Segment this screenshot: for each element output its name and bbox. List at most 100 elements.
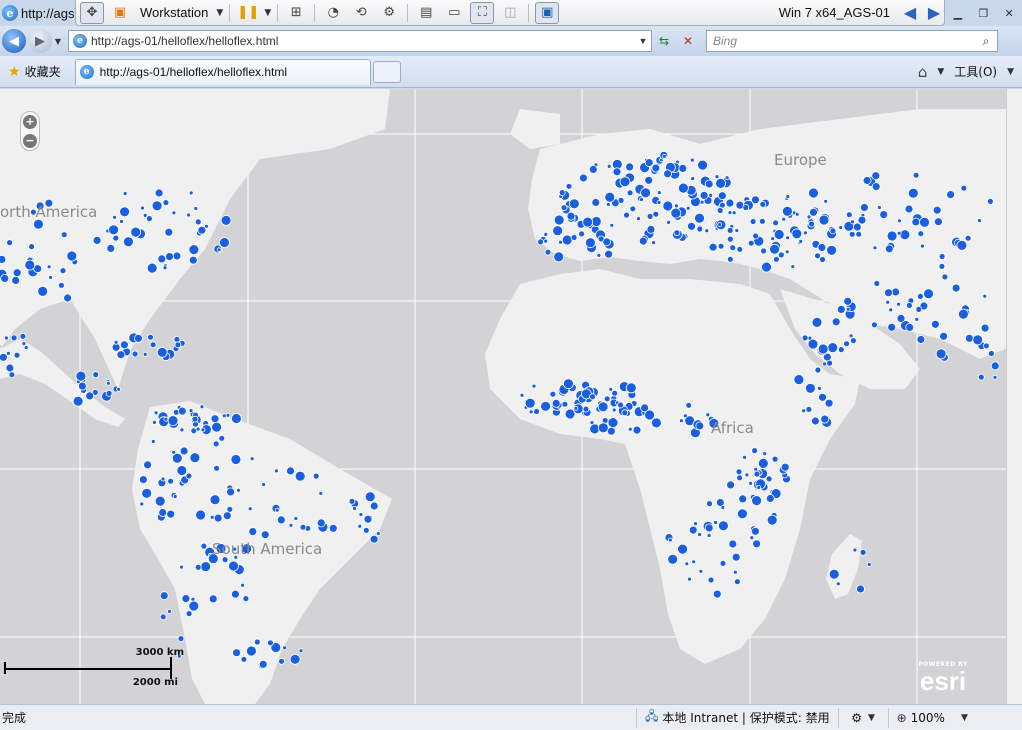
map-point[interactable] xyxy=(11,275,21,285)
map-point[interactable] xyxy=(249,456,255,462)
map-point[interactable] xyxy=(829,227,837,235)
map-point[interactable] xyxy=(582,216,594,228)
map-point[interactable] xyxy=(708,242,718,252)
map-point[interactable] xyxy=(708,193,714,198)
restore-icon[interactable]: ❐ xyxy=(973,5,993,21)
map-point[interactable] xyxy=(712,589,722,599)
map-point[interactable] xyxy=(119,219,124,224)
map-point[interactable] xyxy=(179,446,189,456)
map-point[interactable] xyxy=(632,425,642,435)
address-input[interactable]: e http://ags-01/helloflex/helloflex.html… xyxy=(68,30,652,52)
map-point[interactable] xyxy=(885,299,891,305)
map-point[interactable] xyxy=(163,416,169,422)
map-point[interactable] xyxy=(6,239,14,247)
map-point[interactable] xyxy=(298,648,304,654)
map-point[interactable] xyxy=(143,460,153,470)
map-point[interactable] xyxy=(873,280,881,287)
map-point[interactable] xyxy=(964,234,972,242)
map-point[interactable] xyxy=(806,214,812,220)
map-point[interactable] xyxy=(823,198,829,204)
map-point[interactable] xyxy=(848,230,856,238)
search-icon[interactable]: ⌕ xyxy=(975,34,997,49)
map-point[interactable] xyxy=(188,255,198,265)
map-point[interactable] xyxy=(4,335,9,341)
map-canvas[interactable] xyxy=(0,89,1006,704)
map-point[interactable] xyxy=(724,175,730,181)
map-point[interactable] xyxy=(156,346,168,358)
map-point[interactable] xyxy=(566,211,576,221)
map-point[interactable] xyxy=(923,288,934,300)
map-point[interactable] xyxy=(666,219,671,225)
map-point[interactable] xyxy=(662,200,674,212)
map-point[interactable] xyxy=(729,244,737,252)
map-point[interactable] xyxy=(716,207,724,214)
map-point[interactable] xyxy=(992,374,998,380)
map-point[interactable] xyxy=(717,191,727,201)
map-point[interactable] xyxy=(358,512,364,517)
chevron-down-icon[interactable]: ▼ xyxy=(1007,67,1014,77)
stop-icon[interactable]: ✕ xyxy=(676,30,700,52)
map-point[interactable] xyxy=(877,205,882,210)
map-point[interactable] xyxy=(817,243,827,252)
map-point[interactable] xyxy=(274,507,280,513)
map-point[interactable] xyxy=(871,171,881,181)
map-point[interactable] xyxy=(845,211,853,219)
back-button[interactable]: ◀ xyxy=(2,29,26,53)
chevron-down-icon[interactable]: ▼ xyxy=(264,8,271,18)
map-point[interactable] xyxy=(719,559,727,567)
map-point[interactable] xyxy=(860,203,869,212)
map-point[interactable] xyxy=(736,474,743,482)
map-point[interactable] xyxy=(625,382,637,394)
map-point[interactable] xyxy=(195,509,207,521)
vertical-scrollbar[interactable] xyxy=(1006,89,1022,704)
map-point[interactable] xyxy=(162,265,168,271)
map-point[interactable] xyxy=(612,167,622,177)
map-point[interactable] xyxy=(58,281,65,289)
map-point[interactable] xyxy=(646,213,654,220)
map-point[interactable] xyxy=(611,389,619,397)
map-point[interactable] xyxy=(563,378,574,390)
map-point[interactable] xyxy=(904,204,914,214)
map-point[interactable] xyxy=(48,274,53,280)
map-point[interactable] xyxy=(872,245,878,251)
map-point[interactable] xyxy=(725,198,735,208)
map-point[interactable] xyxy=(288,522,294,528)
map-point[interactable] xyxy=(756,485,762,490)
map-point[interactable] xyxy=(197,225,207,235)
map-point[interactable] xyxy=(171,452,183,464)
map-point[interactable] xyxy=(694,212,705,224)
map-point[interactable] xyxy=(12,268,22,278)
map-point[interactable] xyxy=(887,322,897,332)
map-point[interactable] xyxy=(751,495,762,507)
tab-active[interactable]: e http://ags-01/helloflex/helloflex.html xyxy=(74,58,371,85)
map-point[interactable] xyxy=(167,477,175,485)
vm-library-icon[interactable]: ▣ xyxy=(108,2,132,24)
map-point[interactable] xyxy=(731,552,741,562)
protected-mode-button[interactable]: ⚙ ▼ xyxy=(837,707,888,728)
map-point[interactable] xyxy=(656,200,662,205)
map-point[interactable] xyxy=(221,413,227,419)
map-point[interactable] xyxy=(814,252,821,260)
arrow-right-icon[interactable]: ▶ xyxy=(924,3,944,22)
forward-button[interactable]: ▶ xyxy=(28,29,52,53)
map-point[interactable] xyxy=(914,316,920,322)
arrow-left-icon[interactable]: ◀ xyxy=(900,3,920,22)
map-point[interactable] xyxy=(167,415,179,427)
map-point[interactable] xyxy=(855,230,863,238)
map-point[interactable] xyxy=(685,205,691,211)
map-point[interactable] xyxy=(13,351,21,359)
map-point[interactable] xyxy=(375,531,381,536)
map-point[interactable] xyxy=(0,273,10,283)
map-point[interactable] xyxy=(21,341,27,347)
map-point[interactable] xyxy=(685,401,693,409)
map-point[interactable] xyxy=(827,342,839,354)
map-point[interactable] xyxy=(216,247,222,253)
map-point[interactable] xyxy=(188,190,194,196)
map-point[interactable] xyxy=(167,609,172,614)
map-point[interactable] xyxy=(761,261,772,273)
map-point[interactable] xyxy=(162,199,170,206)
map-point[interactable] xyxy=(982,293,988,299)
map-point[interactable] xyxy=(200,542,208,550)
map-point[interactable] xyxy=(640,187,651,199)
map-point[interactable] xyxy=(911,217,921,227)
